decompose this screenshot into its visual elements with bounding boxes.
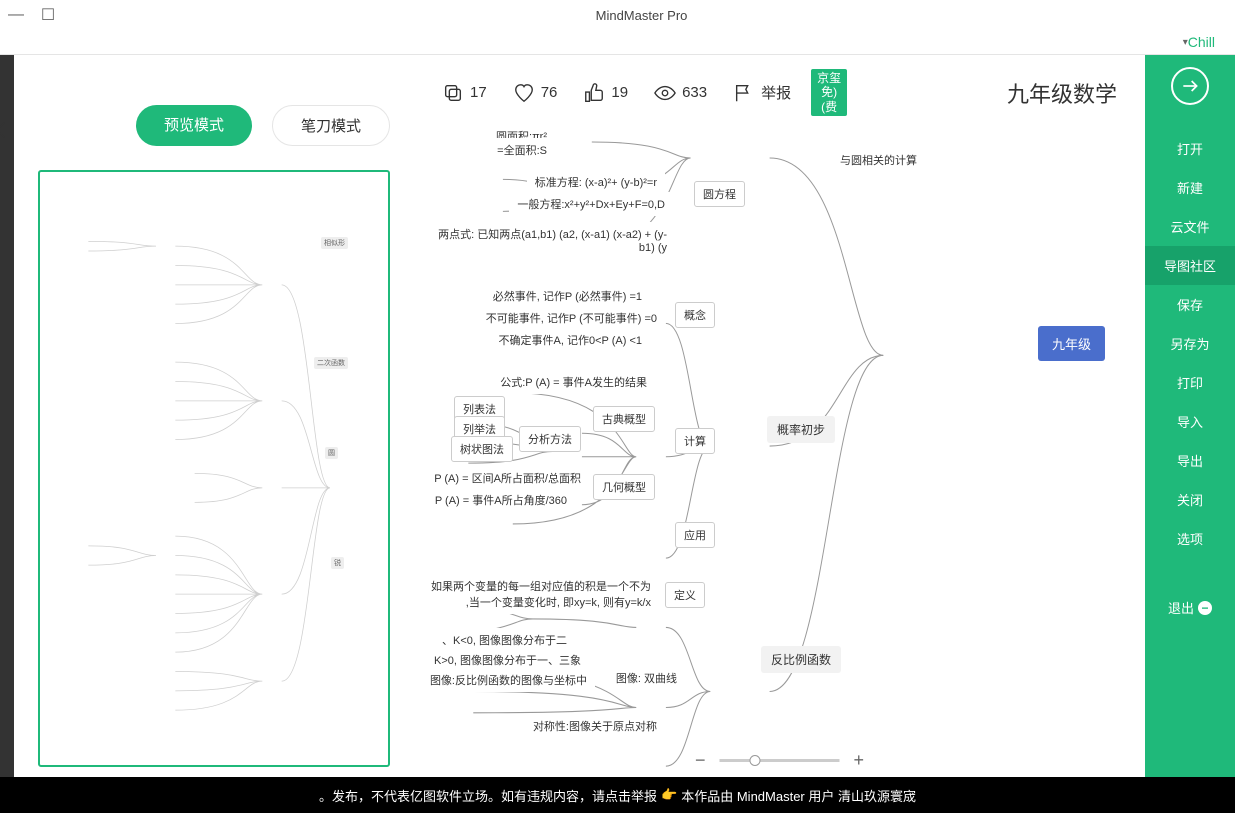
mm-node-prob-formula[interactable]: 公式:P (A) = 事件A发生的结果: [492, 370, 655, 394]
zoom-in-button[interactable]: +: [848, 750, 871, 771]
sidebar-item-close[interactable]: 关闭: [1145, 480, 1235, 519]
sidebar-item-open[interactable]: 打开: [1145, 129, 1235, 168]
sidebar-item-community[interactable]: 导图社区: [1145, 246, 1235, 285]
stat-report[interactable]: 举报: [733, 82, 791, 104]
doc-title: 九年级数学: [1007, 77, 1117, 109]
mm-node-fullarea[interactable]: 全面积:S=: [489, 138, 555, 162]
mm-root[interactable]: 九年级: [1038, 326, 1105, 361]
user-row: ▾ Chill: [0, 30, 1235, 54]
zoom-slider[interactable]: [720, 759, 840, 762]
collapsed-panel-strip[interactable]: [0, 55, 14, 777]
thumbnail-graphic: [40, 172, 388, 765]
doc-header: 九年级数学 京玺 (免 费) 17 76 19 633 举报: [414, 55, 1145, 126]
free-badge: 京玺 (免 费): [811, 69, 847, 116]
thumb-branch-3: 圆: [325, 447, 338, 459]
stat-likes-value: 76: [541, 84, 558, 101]
sidebar-item-import[interactable]: 导入: [1145, 402, 1235, 441]
mm-node-prob-concept[interactable]: 概念: [675, 302, 715, 328]
mode-preview[interactable]: 预览模式: [136, 105, 252, 146]
stat-thumbs[interactable]: 19: [583, 82, 628, 104]
app-title: MindMaster Pro: [56, 8, 1227, 23]
mm-node-prob-calc[interactable]: 计算: [675, 428, 715, 454]
mm-node-twopt[interactable]: 两点式: 已知两点(a1,b1) (a2, (x-a1) (x-a2) + (y…: [425, 222, 675, 258]
mm-node-prob-e1[interactable]: P (A) = 区间A所占面积/总面积: [426, 466, 589, 490]
sidebar-item-exit[interactable]: − 退出: [1145, 588, 1235, 627]
mm-node-inv-img[interactable]: 图像: 双曲线: [608, 666, 685, 690]
mm-node-inv-b3[interactable]: 图像:反比例函数的图像与坐标中: [422, 668, 595, 692]
mm-node-prob-classic[interactable]: 古典概型: [593, 406, 655, 432]
stat-report-label: 举报: [761, 82, 791, 103]
sidebar-item-print[interactable]: 打印: [1145, 363, 1235, 402]
mm-node-prob-a1[interactable]: 必然事件, 记作P (必然事件) =1: [485, 284, 650, 308]
zoom-control: − +: [689, 750, 870, 771]
mm-node-prob-method[interactable]: 分析方法: [519, 426, 581, 452]
mm-node-inv[interactable]: 反比例函数: [761, 646, 841, 673]
footer-text-b: 发布，不代表亿图软件立场。如有违规内容，请点击举报。: [319, 786, 657, 805]
scissors-icon[interactable]: [0, 119, 8, 141]
sidebar: 打开 新建 云文件 导图社区 保存 另存为 打印 导入 导出 关闭 选项 − 退…: [1145, 55, 1235, 777]
thumb-branch-4: 锐: [331, 557, 344, 569]
main-pane: 九年级数学 京玺 (免 费) 17 76 19 633 举报: [414, 55, 1145, 777]
zoom-out-button[interactable]: −: [689, 750, 712, 771]
mm-node-circle-eq[interactable]: 圆方程: [694, 181, 745, 207]
mm-node-inv-a1[interactable]: 如果两个变量的每一组对应值的积是一个不为 当一个变量变化时, 即xy=k, 则有…: [414, 574, 659, 614]
mode-switch: 预览模式 笔刀模式: [38, 105, 390, 146]
user-name[interactable]: Chill: [1188, 34, 1215, 50]
sidebar-item-options[interactable]: 选项: [1145, 519, 1235, 558]
sidebar-item-new[interactable]: 新建: [1145, 168, 1235, 207]
mm-node-prob-e2[interactable]: P (A) = 事件A所占角度/360: [427, 488, 575, 512]
mm-node-prob-geom[interactable]: 几何概型: [593, 474, 655, 500]
mindmap-canvas[interactable]: 九年级 与圆相关的计算 圆方程 圆面积:πr² 全面积:S= 标准方程: (x-…: [414, 126, 1145, 777]
content: 九年级数学 京玺 (免 费) 17 76 19 633 举报: [0, 55, 1145, 777]
minimize-button[interactable]: —: [8, 7, 24, 23]
mm-node-prob-app[interactable]: 应用: [675, 522, 715, 548]
mm-node-prob-a2[interactable]: 不可能事件, 记作P (不可能事件) =0: [478, 306, 665, 330]
title-bar: — ☐ MindMaster Pro: [0, 0, 1235, 30]
stat-copies[interactable]: 17: [442, 82, 487, 104]
footer-text-a: 本作品由 MindMaster 用户 清山玖源寰宬: [681, 786, 916, 805]
thumb-branch-2: 二次函数: [314, 357, 348, 369]
mm-node-geneq[interactable]: 一般方程:x²+y²+Dx+Ey+F=0,D: [509, 192, 673, 216]
mm-node-circle-calc[interactable]: 与圆相关的计算: [832, 148, 925, 172]
mm-node-prob-a3[interactable]: 不确定事件A, 记作0<P (A) <1: [491, 328, 650, 352]
sidebar-item-export[interactable]: 导出: [1145, 441, 1235, 480]
sidebar-item-save[interactable]: 保存: [1145, 285, 1235, 324]
mm-node-inv-def[interactable]: 定义: [665, 582, 705, 608]
back-button[interactable]: [1171, 67, 1209, 105]
mode-draft[interactable]: 笔刀模式: [272, 105, 390, 146]
mm-node-prob[interactable]: 概率初步: [767, 416, 835, 443]
stat-likes[interactable]: 76: [513, 82, 558, 104]
stat-views[interactable]: 633: [654, 82, 707, 104]
stat-views-value: 633: [682, 84, 707, 101]
thumb-branch-1: 相似形: [321, 237, 348, 249]
preview-pane: 预览模式 笔刀模式 相似形 二次函数: [14, 55, 414, 777]
window-controls: — ☐: [8, 7, 56, 23]
stats: 17 76 19 633 举报: [442, 82, 791, 104]
footer-bar: 本作品由 MindMaster 用户 清山玖源寰宬 👉 发布，不代表亿图软件立场…: [0, 777, 1235, 813]
maximize-button[interactable]: ☐: [40, 7, 56, 23]
zoom-thumb[interactable]: [750, 755, 761, 766]
mm-node-inv-sym[interactable]: 对称性:图像关于原点对称: [525, 714, 665, 738]
sidebar-item-saveas[interactable]: 另存为: [1145, 324, 1235, 363]
thumbnail[interactable]: 相似形 二次函数 圆 锐: [38, 170, 390, 767]
mm-node-prob-d3[interactable]: 树状图法: [451, 436, 513, 462]
pointing-hand-icon: 👉: [661, 787, 677, 803]
exit-label: 退出: [1168, 598, 1194, 617]
stat-thumbs-value: 19: [611, 84, 628, 101]
sidebar-item-cloud[interactable]: 云文件: [1145, 207, 1235, 246]
exit-icon: −: [1198, 601, 1212, 615]
mm-node-stdeq[interactable]: 标准方程: (x-a)²+ (y-b)²=r: [527, 170, 665, 194]
main-layout: 打开 新建 云文件 导图社区 保存 另存为 打印 导入 导出 关闭 选项 − 退…: [0, 55, 1235, 777]
stat-copies-value: 17: [470, 84, 487, 101]
